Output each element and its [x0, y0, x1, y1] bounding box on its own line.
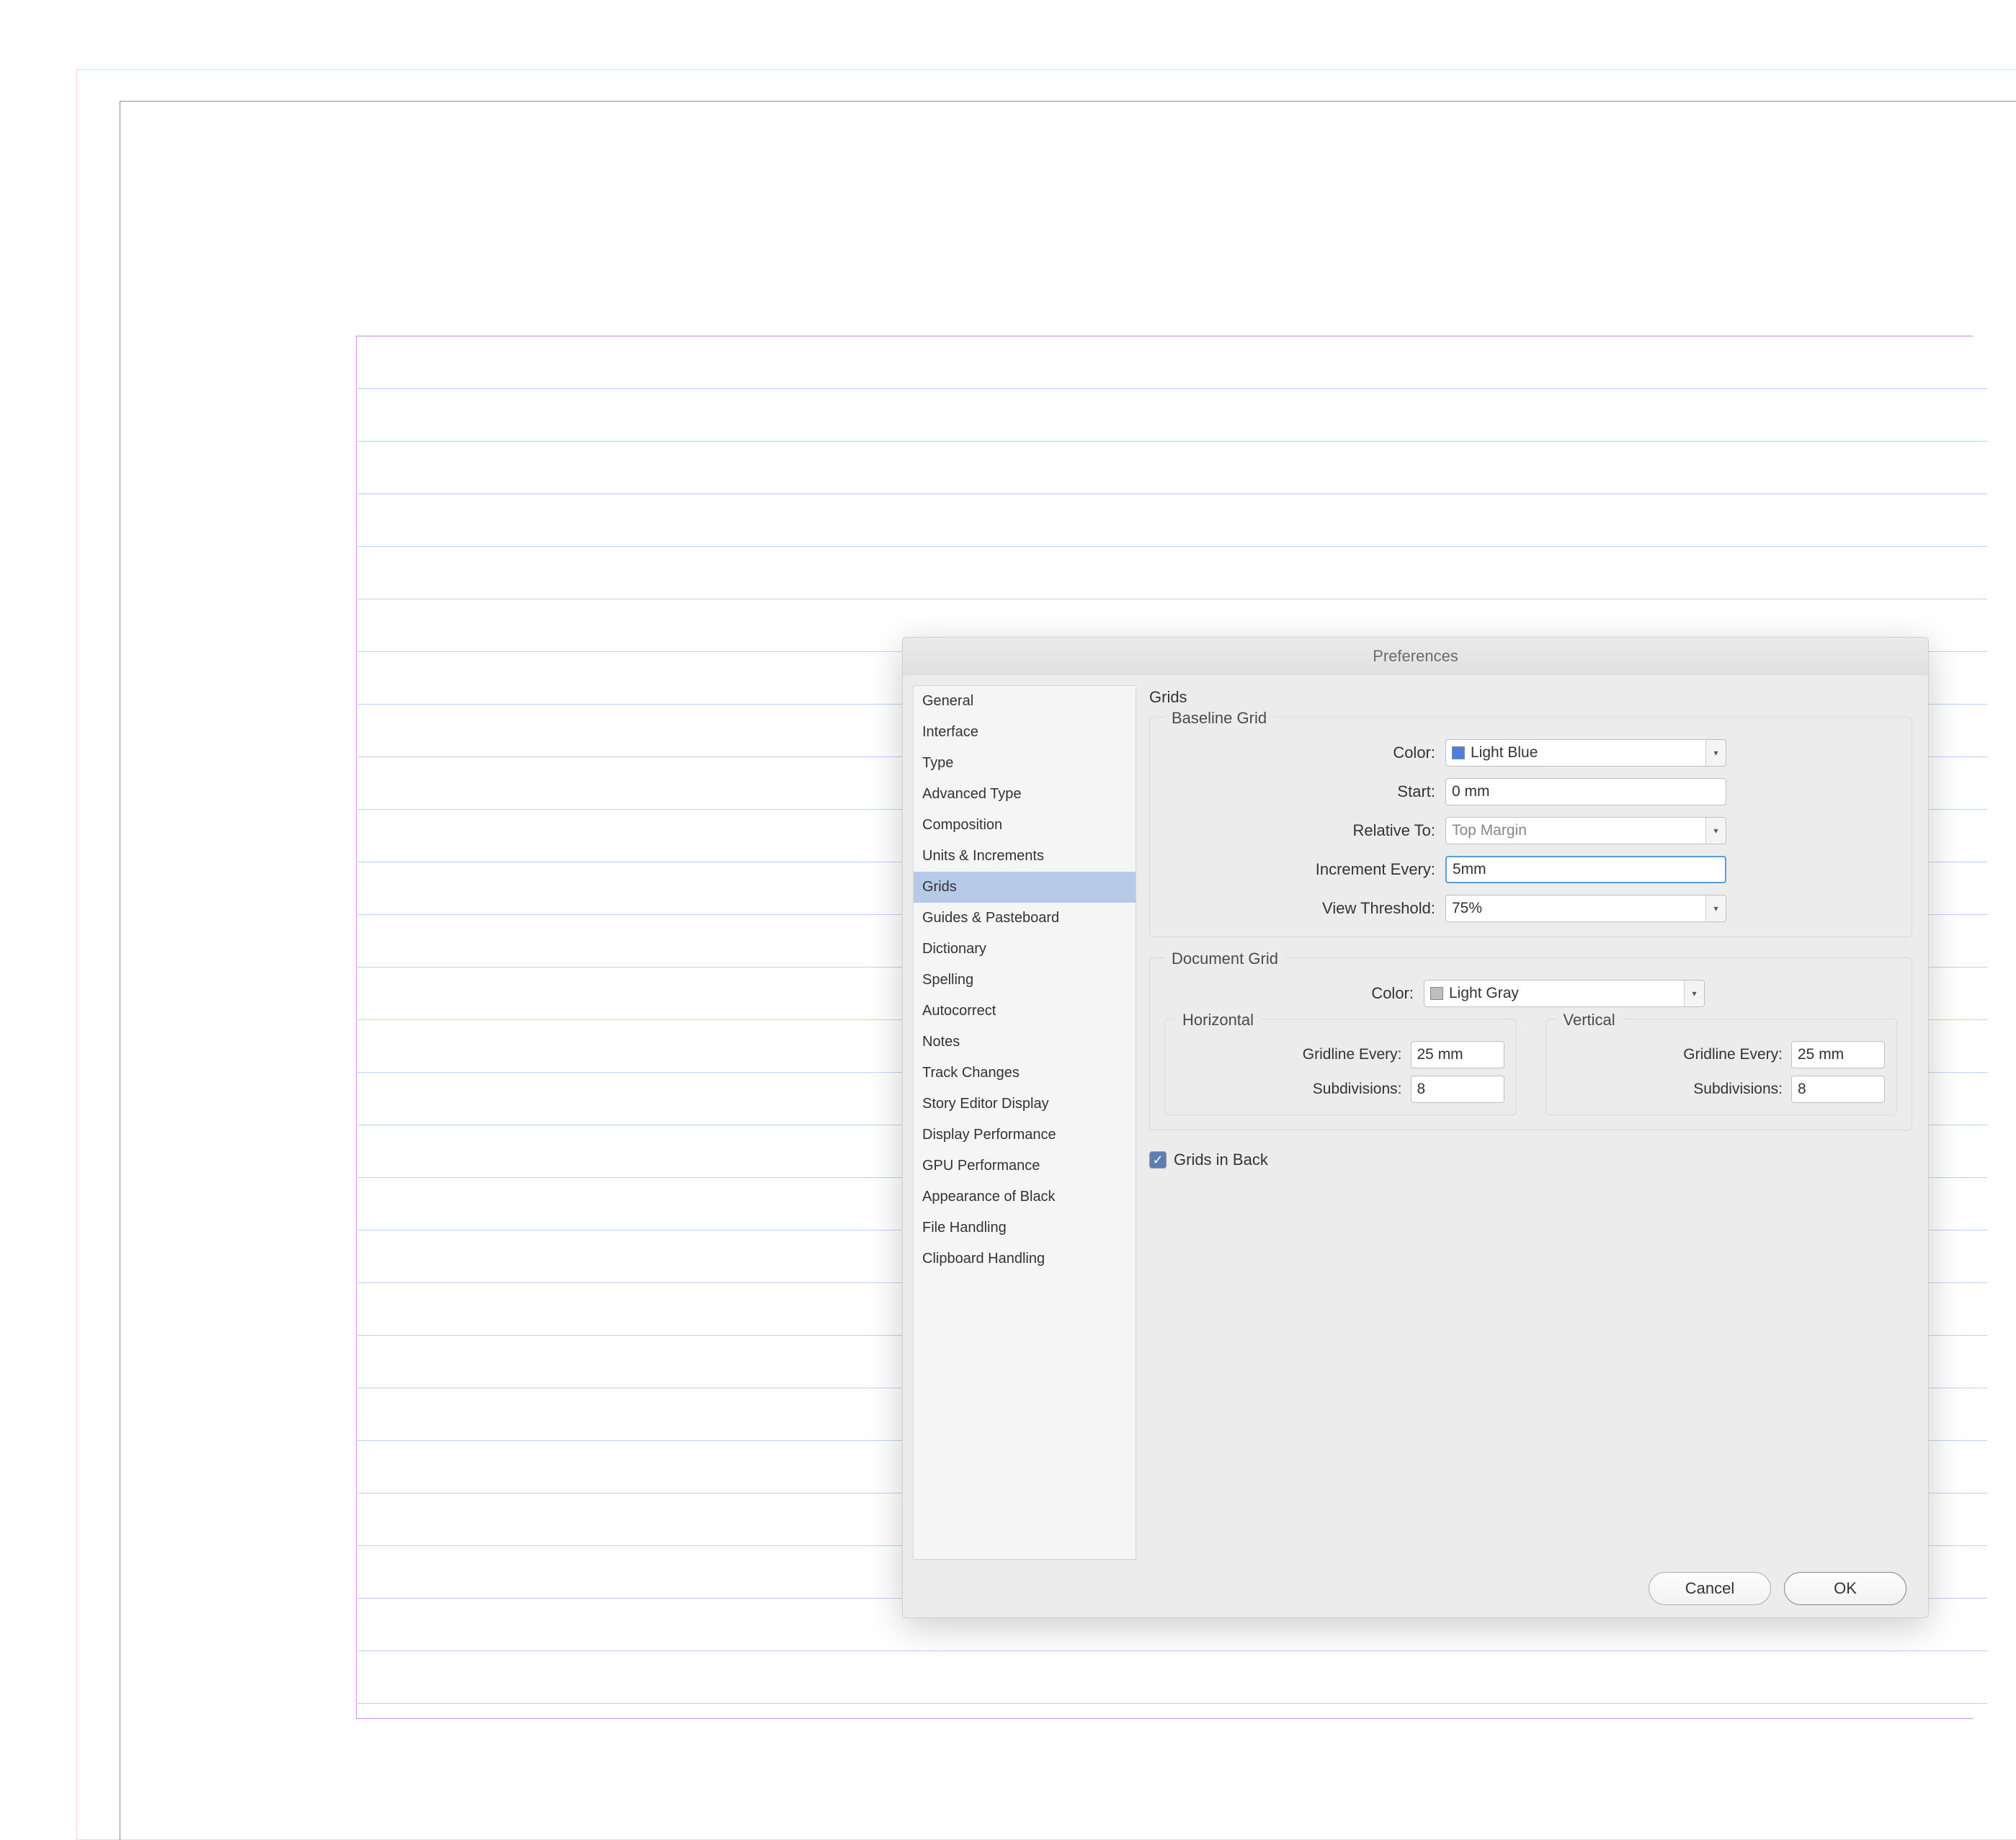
- cancel-button-label: Cancel: [1685, 1579, 1734, 1598]
- sidebar-item-appearance-of-black[interactable]: Appearance of Black: [914, 1182, 1136, 1212]
- grids-in-back-row[interactable]: ✓ Grids in Back: [1149, 1151, 1912, 1169]
- baseline-grid-group: Baseline Grid Color: Light Blue ▾ Start:: [1149, 717, 1912, 937]
- sidebar-item-guides-pasteboard[interactable]: Guides & Pasteboard: [914, 903, 1136, 934]
- sidebar-item-gpu-performance[interactable]: GPU Performance: [914, 1151, 1136, 1182]
- baseline-relative-select[interactable]: Top Margin ▾: [1445, 817, 1726, 844]
- vert-subdiv-input[interactable]: [1791, 1076, 1885, 1103]
- baseline-view-value: 75%: [1452, 900, 1482, 917]
- cancel-button[interactable]: Cancel: [1649, 1572, 1771, 1605]
- sidebar-item-units-increments[interactable]: Units & Increments: [914, 841, 1136, 872]
- chevron-down-icon: ▾: [1705, 896, 1726, 921]
- docgrid-vertical-group: Vertical Gridline Every: Subdivisions:: [1546, 1019, 1898, 1115]
- ok-button-label: OK: [1834, 1579, 1857, 1598]
- horiz-subdiv-label: Subdivisions:: [1177, 1081, 1411, 1098]
- document-grid-legend: Document Grid: [1164, 947, 1285, 971]
- dialog-title: Preferences: [903, 638, 1928, 675]
- baseline-view-row: View Threshold: 75% ▾: [1164, 895, 1897, 922]
- baseline-increment-value[interactable]: [1453, 857, 1719, 882]
- docgrid-color-row: Color: Light Gray ▾: [1164, 980, 1897, 1007]
- docgrid-horizontal-group: Horizontal Gridline Every: Subdivisions:: [1164, 1019, 1517, 1115]
- sidebar-item-display-performance[interactable]: Display Performance: [914, 1120, 1136, 1151]
- baseline-relative-value: Top Margin: [1452, 822, 1527, 839]
- sidebar-item-dictionary[interactable]: Dictionary: [914, 934, 1136, 965]
- preferences-categories-sidebar: GeneralInterfaceTypeAdvanced TypeComposi…: [913, 685, 1136, 1560]
- chevron-down-icon: ▾: [1705, 740, 1726, 766]
- grids-in-back-label: Grids in Back: [1174, 1151, 1268, 1169]
- vert-gridline-value[interactable]: [1798, 1042, 1878, 1068]
- color-swatch-icon: [1452, 746, 1465, 759]
- vert-gridline-input[interactable]: [1791, 1041, 1885, 1068]
- horiz-subdiv-value[interactable]: [1417, 1076, 1498, 1102]
- horiz-subdiv-row: Subdivisions:: [1177, 1076, 1504, 1103]
- sidebar-item-composition[interactable]: Composition: [914, 810, 1136, 841]
- baseline-increment-label: Increment Every:: [1164, 860, 1445, 879]
- sidebar-item-interface[interactable]: Interface: [914, 717, 1136, 748]
- horiz-gridline-value[interactable]: [1417, 1042, 1498, 1068]
- vert-gridline-row: Gridline Every:: [1558, 1041, 1886, 1068]
- baseline-color-label: Color:: [1164, 743, 1445, 762]
- baseline-relative-row: Relative To: Top Margin ▾: [1164, 817, 1897, 844]
- sidebar-item-grids[interactable]: Grids: [914, 872, 1136, 903]
- chevron-down-icon: ▾: [1705, 818, 1726, 844]
- baseline-start-input[interactable]: [1445, 778, 1726, 805]
- document-grid-group: Document Grid Color: Light Gray ▾ Horizo…: [1149, 957, 1912, 1130]
- dialog-footer: Cancel OK: [903, 1560, 1928, 1617]
- grids-panel: Grids Baseline Grid Color: Light Blue ▾: [1149, 685, 1918, 1560]
- baseline-start-row: Start:: [1164, 778, 1897, 805]
- horiz-gridline-label: Gridline Every:: [1177, 1046, 1411, 1063]
- sidebar-item-track-changes[interactable]: Track Changes: [914, 1058, 1136, 1089]
- vert-subdiv-label: Subdivisions:: [1558, 1081, 1792, 1098]
- checkbox-checked-icon[interactable]: ✓: [1149, 1151, 1167, 1169]
- sidebar-item-general[interactable]: General: [914, 686, 1136, 717]
- baseline-relative-label: Relative To:: [1164, 821, 1445, 840]
- baseline-color-value: Light Blue: [1471, 744, 1538, 762]
- vert-subdiv-value[interactable]: [1798, 1076, 1878, 1102]
- baseline-view-label: View Threshold:: [1164, 899, 1445, 918]
- vert-gridline-label: Gridline Every:: [1558, 1046, 1792, 1063]
- baseline-grid-legend: Baseline Grid: [1164, 706, 1274, 731]
- baseline-start-label: Start:: [1164, 782, 1445, 801]
- vert-subdiv-row: Subdivisions:: [1558, 1076, 1886, 1103]
- sidebar-item-advanced-type[interactable]: Advanced Type: [914, 779, 1136, 810]
- baseline-increment-row: Increment Every:: [1164, 856, 1897, 883]
- dialog-title-text: Preferences: [1373, 647, 1458, 666]
- sidebar-item-notes[interactable]: Notes: [914, 1027, 1136, 1058]
- sidebar-item-file-handling[interactable]: File Handling: [914, 1212, 1136, 1243]
- baseline-color-row: Color: Light Blue ▾: [1164, 739, 1897, 767]
- baseline-start-value[interactable]: [1452, 779, 1720, 805]
- color-swatch-icon: [1430, 987, 1443, 1000]
- horiz-subdiv-input[interactable]: [1411, 1076, 1504, 1103]
- sidebar-item-type[interactable]: Type: [914, 748, 1136, 779]
- sidebar-item-autocorrect[interactable]: Autocorrect: [914, 996, 1136, 1027]
- baseline-view-select[interactable]: 75% ▾: [1445, 895, 1726, 922]
- baseline-increment-input[interactable]: [1445, 856, 1726, 883]
- dialog-body: GeneralInterfaceTypeAdvanced TypeComposi…: [903, 675, 1928, 1560]
- docgrid-color-value: Light Gray: [1449, 985, 1519, 1002]
- sidebar-item-story-editor-display[interactable]: Story Editor Display: [914, 1089, 1136, 1120]
- docgrid-horizontal-legend: Horizontal: [1175, 1008, 1261, 1032]
- baseline-color-select[interactable]: Light Blue ▾: [1445, 739, 1726, 767]
- sidebar-item-spelling[interactable]: Spelling: [914, 965, 1136, 996]
- chevron-down-icon: ▾: [1684, 981, 1704, 1006]
- docgrid-color-label: Color:: [1164, 984, 1424, 1003]
- ok-button[interactable]: OK: [1784, 1572, 1906, 1605]
- preferences-dialog: Preferences GeneralInterfaceTypeAdvanced…: [902, 637, 1929, 1618]
- docgrid-color-select[interactable]: Light Gray ▾: [1424, 980, 1705, 1007]
- sidebar-item-clipboard-handling[interactable]: Clipboard Handling: [914, 1243, 1136, 1274]
- docgrid-vertical-legend: Vertical: [1556, 1008, 1623, 1032]
- horiz-gridline-row: Gridline Every:: [1177, 1041, 1504, 1068]
- horiz-gridline-input[interactable]: [1411, 1041, 1504, 1068]
- panel-heading: Grids: [1149, 688, 1912, 707]
